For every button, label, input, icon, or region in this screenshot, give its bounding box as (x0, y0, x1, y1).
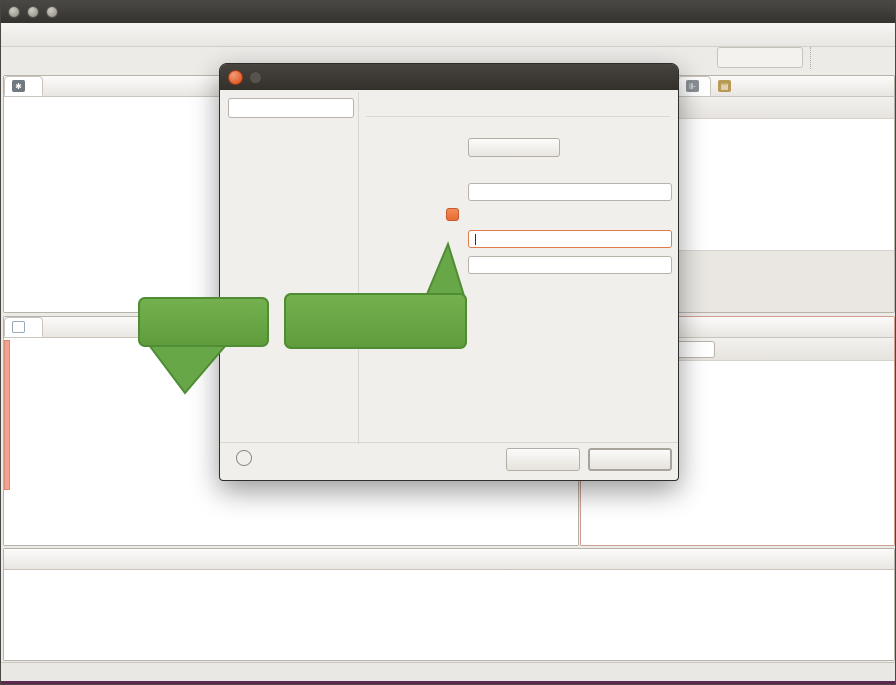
debug-view-icon: ✱ (12, 80, 25, 92)
cancel-button[interactable] (506, 448, 580, 471)
quick-access-button[interactable] (717, 47, 803, 68)
tab-blink-c[interactable] (4, 317, 43, 337)
section-divider (366, 116, 670, 117)
toolbar-separator (810, 47, 811, 69)
console-tabbar (4, 549, 894, 570)
dialog-titlebar (220, 64, 678, 90)
console-view (3, 548, 895, 661)
window-maximize-button[interactable] (46, 6, 58, 18)
view-window-controls (880, 76, 894, 96)
ok-button[interactable] (588, 448, 672, 471)
enabled-checkbox[interactable] (446, 208, 459, 221)
registers-view-tabbar: ⊪ ▤ (678, 76, 894, 97)
window-titlebar (1, 1, 895, 23)
footer-divider (220, 442, 678, 443)
line-number-input[interactable] (468, 183, 672, 201)
breakpoint-properties-dialog (219, 63, 679, 481)
type-select[interactable] (468, 138, 560, 157)
window-minimize-button[interactable] (27, 6, 39, 18)
dialog-divider (358, 92, 359, 444)
help-button[interactable] (236, 450, 252, 466)
tab-debug[interactable]: ✱ (4, 76, 43, 96)
window-bottom-border (1, 681, 895, 684)
registers-footer (678, 250, 894, 312)
registers-toolbar (678, 97, 894, 119)
ignore-count-input[interactable] (468, 256, 672, 274)
dialog-close-button[interactable] (228, 70, 243, 85)
console-toolbar (890, 549, 894, 569)
eclipse-window: ✱ ⊪ ▤ (0, 0, 896, 685)
watched-variable-callout (138, 297, 269, 347)
filter-input[interactable] (228, 98, 354, 118)
window-close-button[interactable] (8, 6, 20, 18)
tab-modules[interactable]: ▤ (711, 76, 742, 96)
text-caret (475, 234, 476, 245)
main-toolbar (1, 23, 895, 47)
dialog-minimize-button[interactable] (249, 71, 262, 84)
registers-view: ⊪ ▤ (677, 75, 895, 313)
registers-icon: ⊪ (686, 80, 699, 92)
registers-content (678, 119, 894, 250)
c-file-icon (12, 321, 25, 333)
view-window-controls (880, 317, 894, 337)
modules-icon: ▤ (718, 80, 731, 92)
condition-input[interactable] (468, 230, 672, 248)
range-indicator (4, 340, 10, 490)
console-content[interactable] (4, 570, 894, 660)
tab-registers[interactable]: ⊪ (678, 76, 711, 96)
condition-callout (284, 293, 467, 349)
